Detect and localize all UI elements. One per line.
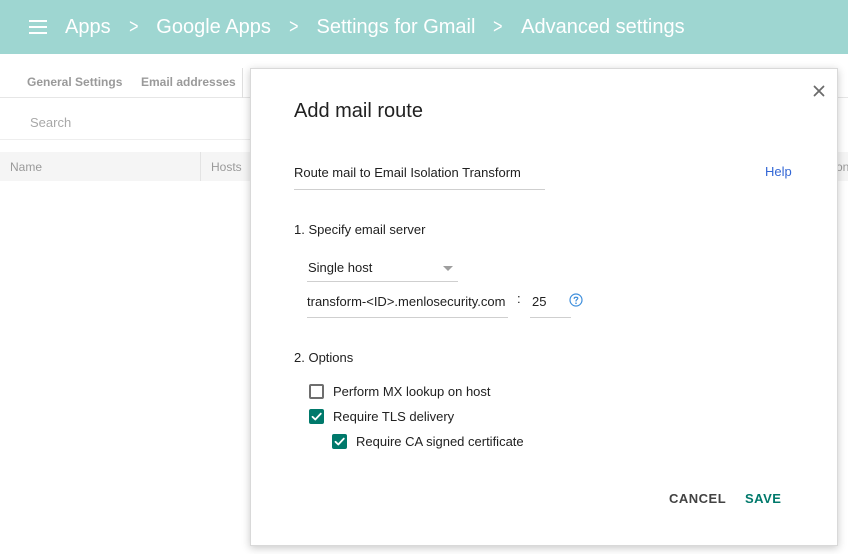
dialog-title: Add mail route [294,100,423,122]
checkbox-checked[interactable] [309,408,324,424]
add-mail-route-dialog: Add mail route Route mail to Email Isola… [250,68,838,546]
option-label: Perform MX lookup on host [333,383,491,399]
search-input[interactable]: Search [30,115,71,130]
route-name-input[interactable]: Route mail to Email Isolation Transform [294,165,545,190]
breadcrumb-settings-for-gmail[interactable]: Settings for Gmail [317,16,476,39]
checkbox-unchecked[interactable] [309,383,324,399]
breadcrumb-advanced-settings: Advanced settings [521,15,685,38]
checkmark-icon [334,437,345,445]
app-bar: Apps > Google Apps > Settings for Gmail … [0,0,848,54]
close-icon[interactable] [810,82,828,100]
host-input[interactable]: transform-<ID>.menlosecurity.com [307,291,508,318]
option-label: Require CA signed certificate [356,433,524,449]
column-header-hosts[interactable]: Hosts [211,160,242,174]
host-port-separator: : [517,291,521,306]
option-mx-lookup[interactable]: Perform MX lookup on host [309,382,491,400]
option-require-ca-cert[interactable]: Require CA signed certificate [332,432,524,450]
breadcrumb-apps[interactable]: Apps [65,16,111,39]
hamburger-menu-icon[interactable] [29,20,47,34]
tab-divider [242,68,243,98]
breadcrumb-google-apps[interactable]: Google Apps [156,16,271,39]
cancel-button[interactable]: CANCEL [669,491,726,506]
port-input[interactable]: 25 [530,291,571,318]
server-type-select[interactable]: Single host [307,257,458,282]
option-require-tls[interactable]: Require TLS delivery [309,407,454,425]
breadcrumb-separator: > [288,15,299,38]
server-type-value: Single host [308,260,373,275]
section-specify-email-server: 1. Specify email server [294,222,426,237]
column-divider [200,152,201,181]
tab-email-addresses[interactable]: Email addresses [141,75,236,89]
question-circle-icon[interactable] [569,293,583,307]
save-button[interactable]: SAVE [745,491,781,506]
breadcrumb-separator: > [128,15,139,38]
column-header-name[interactable]: Name [10,160,42,174]
section-options: 2. Options [294,350,354,365]
breadcrumb: Apps > Google Apps > Settings for Gmail … [65,16,685,39]
checkmark-icon [311,412,322,420]
breadcrumb-separator: > [493,15,503,38]
option-label: Require TLS delivery [333,408,455,424]
tab-general-settings[interactable]: General Settings [27,75,122,89]
checkbox-checked[interactable] [332,433,347,449]
page: Apps > Google Apps > Settings for Gmail … [0,0,848,554]
help-link[interactable]: Help [765,164,792,179]
dropdown-arrow-icon [443,266,453,271]
search-underline [0,139,250,140]
